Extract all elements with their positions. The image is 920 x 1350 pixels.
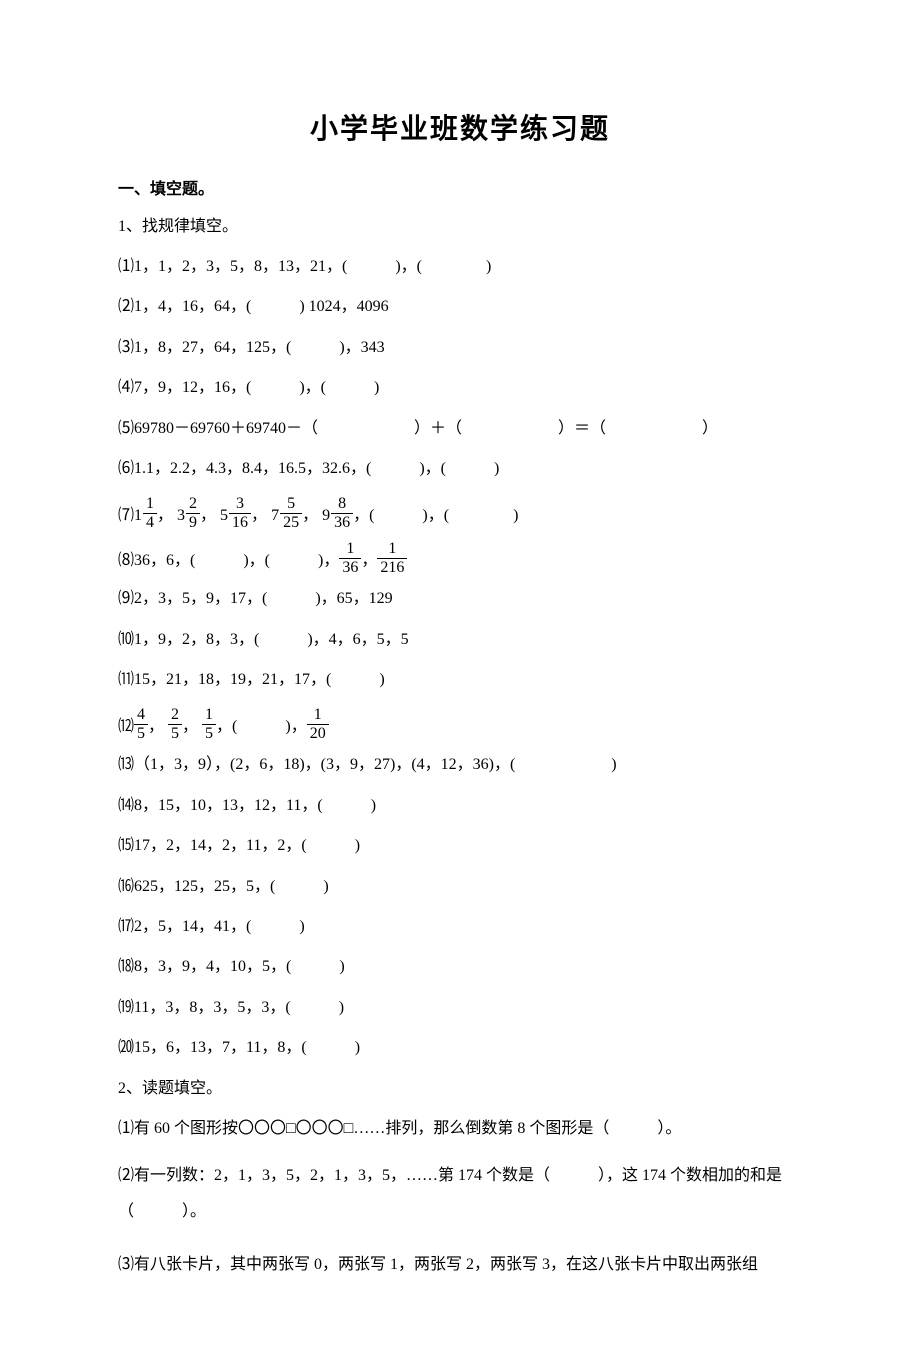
mixed-fraction: 7 525: [271, 498, 302, 533]
mixed-fraction: 9 836: [322, 498, 353, 533]
q1-item-6: ⑹1.1，2.2，4.3，8.4，16.5，32.6，( )，( ): [118, 458, 802, 480]
q1-item-17: ⒄2，5，14，41，( ): [118, 916, 802, 938]
q1-item-1: ⑴1，1，2，3，5，8，13，21，( )，( ): [118, 256, 802, 278]
whole-part: 5: [220, 505, 228, 527]
whole-part: 1: [134, 505, 142, 527]
q2-item-1: ⑴有 60 个图形按〇〇〇□〇〇〇□……排列，那么倒数第 8 个图形是（ ）。: [118, 1118, 802, 1140]
fraction: 136: [339, 541, 361, 576]
fraction: 836: [331, 496, 353, 531]
sep: ，: [148, 716, 168, 738]
page-title: 小学毕业班数学练习题: [118, 110, 802, 149]
fraction: 1216: [377, 541, 407, 576]
q1-stem: 1、找规律填空。: [118, 216, 802, 238]
mixed-fraction: 1 14: [134, 498, 157, 533]
sep: ，: [251, 505, 271, 527]
sep: ，: [361, 550, 377, 572]
q1-12-mid: ，( )，: [216, 716, 307, 738]
q1-item-9: ⑼2，3，5，9，17，( )，65，129: [118, 588, 802, 610]
sep: ，: [302, 505, 322, 527]
fraction: 15: [202, 707, 216, 742]
fraction: 14: [143, 496, 157, 531]
q1-12-prefix: ⑿: [118, 716, 134, 738]
fraction: 45: [134, 707, 148, 742]
fraction: 316: [229, 496, 251, 531]
q1-item-14: ⒁8，15，10，13，12，11，( ): [118, 795, 802, 817]
q1-item-7: ⑺ 1 14 ， 3 29 ， 5 316 ， 7 525 ， 9 836 ，(…: [118, 498, 802, 533]
q1-7-prefix: ⑺: [118, 505, 134, 527]
fraction: 25: [168, 707, 182, 742]
q1-8-prefix: ⑻36，6，( )，( )，: [118, 550, 339, 572]
q2-stem: 2、读题填空。: [118, 1078, 802, 1100]
whole-part: 3: [177, 505, 185, 527]
q1-item-15: ⒂17，2，14，2，11，2，( ): [118, 835, 802, 857]
q1-7-tail: ，( )，( ): [353, 505, 518, 527]
q2-item-3: ⑶有八张卡片，其中两张写 0，两张写 1，两张写 2，两张写 3，在这八张卡片中…: [118, 1247, 802, 1282]
sep: ，: [200, 505, 220, 527]
sep: ，: [157, 505, 177, 527]
q2-item-2: ⑵有一列数：2，1，3，5，2，1，3，5，……第 174 个数是（ ），这 1…: [118, 1158, 802, 1228]
q1-item-5: ⑸69780－69760＋69740－（ ）＋（ ）＝（ ）: [118, 418, 802, 440]
q1-item-4: ⑷7，9，12，16，( )，( ): [118, 377, 802, 399]
q1-item-2: ⑵1，4，16，64，( ) 1024，4096: [118, 296, 802, 318]
whole-part: 9: [322, 505, 330, 527]
q1-item-18: ⒅8，3，9，4，10，5，( ): [118, 956, 802, 978]
q1-item-8: ⑻36，6，( )，( )， 136 ， 1216: [118, 543, 802, 578]
mixed-fraction: 3 29: [177, 498, 200, 533]
q1-item-19: ⒆11，3，8，3，5，3，( ): [118, 997, 802, 1019]
q1-item-11: ⑾15，21，18，19，21，17，( ): [118, 669, 802, 691]
q1-item-13: ⒀（1，3，9），(2，6，18)，(3，9，27)，(4，12，36)，( ): [118, 754, 802, 776]
sep: ，: [182, 716, 202, 738]
q1-item-3: ⑶1，8，27，64，125，( )，343: [118, 337, 802, 359]
q1-item-12: ⑿ 45 ， 25 ， 15 ，( )， 120: [118, 709, 802, 744]
mixed-fraction: 5 316: [220, 498, 251, 533]
fraction: 29: [186, 496, 200, 531]
section-a-header: 一、填空题。: [118, 179, 802, 201]
q1-item-20: ⒇15，6，13，7，11，8，( ): [118, 1037, 802, 1059]
q1-item-16: ⒃625，125，25，5，( ): [118, 876, 802, 898]
fraction: 525: [280, 496, 302, 531]
fraction: 120: [307, 707, 329, 742]
whole-part: 7: [271, 505, 279, 527]
q1-item-10: ⑽1，9，2，8，3，( )，4，6，5，5: [118, 629, 802, 651]
